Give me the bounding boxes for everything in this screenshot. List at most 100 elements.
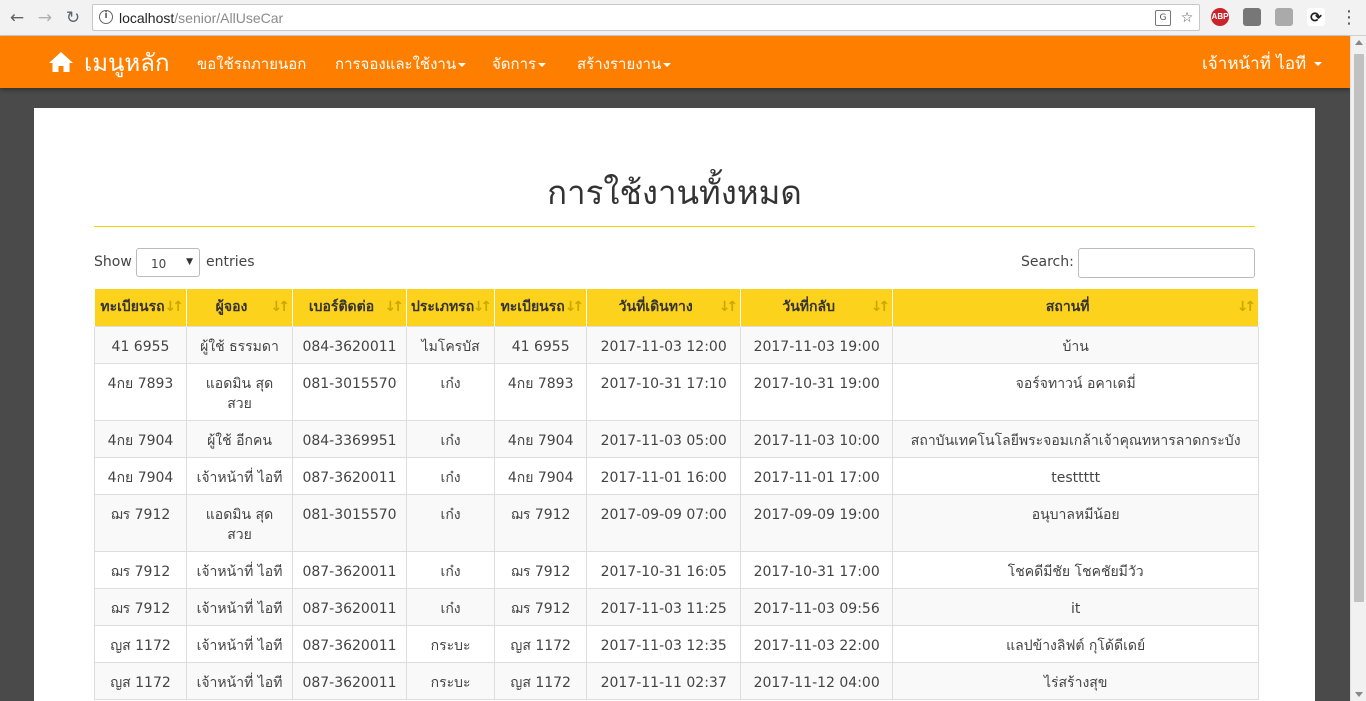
caret-down-icon — [1313, 62, 1322, 66]
cell-plate: 41 6955 — [94, 325, 187, 364]
table-row: ญส 1172 เจ้าหน้าที่ ไอที 087-3620011 กระ… — [94, 661, 1260, 700]
column-header-car-type[interactable]: ประเภทรถ ↓↑ — [405, 289, 496, 326]
cell-booker: แอดมิน สุด สวย — [186, 493, 293, 552]
table-header-row: ทะเบียนรถ ↓↑ ผู้จอง ↓↑ เบอร์ติดต่อ ↓↑ ประเภ… — [94, 289, 1260, 326]
entries-label: entries — [206, 254, 255, 270]
extension-icon[interactable] — [1243, 8, 1261, 26]
cell-plate: ฌร 7912 — [94, 550, 187, 589]
forward-arrow-icon[interactable]: → — [34, 7, 56, 29]
cell-plate: 4กย 7904 — [94, 419, 187, 458]
cell-plate-2: ฌร 7912 — [494, 587, 588, 626]
cell-booker: แอดมิน สุด สวย — [186, 362, 293, 421]
cell-plate-2: 4กย 7904 — [494, 456, 588, 495]
address-bar[interactable]: i localhost/senior/AllUseCar G ☆ — [92, 4, 1200, 31]
url-text[interactable]: localhost/senior/AllUseCar — [119, 10, 283, 26]
cell-car-type: เก๋ง — [405, 419, 496, 458]
browser-toolbar: ← → ↻ i localhost/senior/AllUseCar G ☆ A… — [0, 0, 1366, 36]
cell-depart-date: 2017-11-03 12:35 — [586, 624, 742, 663]
cell-place: it — [892, 587, 1260, 626]
cell-return-date: 2017-11-03 19:00 — [740, 325, 894, 364]
nav-booking-dropdown[interactable]: การจองและใช้งาน — [335, 52, 467, 76]
main-navbar: เมนูหลัก ขอใช้รถภายนอก การจองและใช้งาน จ… — [0, 36, 1350, 88]
scroll-up-arrow-icon[interactable] — [1355, 40, 1363, 45]
cell-car-type: เก๋ง — [405, 456, 496, 495]
column-header-return-date[interactable]: วันที่กลับ ↓↑ — [740, 289, 894, 326]
cell-car-type: เก๋ง — [405, 550, 496, 589]
adblock-extension-icon[interactable]: ABP — [1211, 8, 1229, 26]
home-icon — [48, 51, 74, 73]
table-row: ฌร 7912 เจ้าหน้าที่ ไอที 087-3620011 เก๋… — [94, 550, 1260, 589]
user-menu-dropdown[interactable]: เจ้าหน้าที่ ไอที — [1202, 50, 1322, 77]
cell-plate-2: ญส 1172 — [494, 661, 588, 700]
scroll-down-arrow-icon[interactable] — [1355, 692, 1363, 697]
nav-report-dropdown[interactable]: สร้างรายงาน — [577, 52, 672, 76]
cell-car-type: ไมโครบัส — [405, 325, 496, 364]
caret-down-icon — [458, 62, 467, 67]
dropdown-arrow-icon: ▼ — [186, 257, 193, 267]
cell-return-date: 2017-09-09 19:00 — [740, 493, 894, 552]
sort-icon: ↓↑ — [1236, 299, 1257, 315]
cell-depart-date: 2017-11-03 12:00 — [586, 325, 742, 364]
sort-icon: ↓↑ — [270, 299, 291, 315]
cell-depart-date: 2017-11-03 05:00 — [586, 419, 742, 458]
table-row: ญส 1172 เจ้าหน้าที่ ไอที 087-3620011 กระ… — [94, 624, 1260, 663]
translate-icon[interactable]: G — [1155, 10, 1171, 26]
cell-phone: 087-3620011 — [292, 661, 407, 700]
search-input[interactable] — [1078, 248, 1255, 278]
cell-depart-date: 2017-09-09 07:00 — [586, 493, 742, 552]
cell-plate-2: 41 6955 — [494, 325, 588, 364]
column-header-depart-date[interactable]: วันที่เดินทาง ↓↑ — [586, 289, 742, 326]
title-divider — [94, 226, 1255, 227]
cell-plate-2: ฌร 7912 — [494, 493, 588, 552]
column-header-plate[interactable]: ทะเบียนรถ ↓↑ — [94, 289, 187, 326]
bookmark-star-icon[interactable]: ☆ — [1179, 10, 1195, 26]
column-header-phone[interactable]: เบอร์ติดต่อ ↓↑ — [292, 289, 407, 326]
cell-depart-date: 2017-11-03 11:25 — [586, 587, 742, 626]
cell-booker: ผู้ใช้ อีกคน — [186, 419, 293, 458]
page-title: การใช้งานทั้งหมด — [547, 173, 802, 212]
scrollbar-thumb[interactable] — [1354, 54, 1364, 602]
column-header-place[interactable]: สถานที่ ↓↑ — [892, 289, 1260, 326]
column-header-booker[interactable]: ผู้จอง ↓↑ — [186, 289, 293, 326]
nav-external-car-request[interactable]: ขอใช้รถภายนอก — [197, 52, 306, 76]
cell-plate: 4กย 7904 — [94, 456, 187, 495]
cell-phone: 087-3620011 — [292, 550, 407, 589]
cell-phone: 084-3620011 — [292, 325, 407, 364]
sort-icon: ↓↑ — [564, 299, 585, 315]
cell-plate: 4กย 7893 — [94, 362, 187, 421]
cell-place: สถาบันเทคโนโลยีพระจอมเกล้าเจ้าคุณทหารลาด… — [892, 419, 1260, 458]
pdf-extension-icon[interactable] — [1275, 8, 1293, 26]
cell-return-date: 2017-11-12 04:00 — [740, 661, 894, 700]
reload-icon[interactable]: ↻ — [62, 7, 84, 29]
cell-phone: 087-3620011 — [292, 624, 407, 663]
column-header-plate-2[interactable]: ทะเบียนรถ ↓↑ — [494, 289, 588, 326]
cell-phone: 087-3620011 — [292, 587, 407, 626]
cell-place: โชคดีมีชัย โชคชัยมีวัว — [892, 550, 1260, 589]
page-scrollbar[interactable] — [1350, 36, 1366, 701]
nav-manage-dropdown[interactable]: จัดการ — [492, 52, 547, 76]
cell-phone: 081-3015570 — [292, 493, 407, 552]
info-icon[interactable]: i — [99, 10, 113, 24]
cell-plate-2: ฌร 7912 — [494, 550, 588, 589]
sync-extension-icon[interactable]: ⟳ — [1307, 8, 1325, 26]
cell-plate: ญส 1172 — [94, 661, 187, 700]
cell-car-type: เก๋ง — [405, 362, 496, 421]
navbar-brand[interactable]: เมนูหลัก — [48, 46, 170, 78]
sort-icon: ↓↑ — [870, 299, 891, 315]
cell-plate: ฌร 7912 — [94, 587, 187, 626]
cell-car-type: กระบะ — [405, 624, 496, 663]
back-arrow-icon[interactable]: ← — [6, 7, 28, 29]
table-row: ฌร 7912 แอดมิน สุด สวย 081-3015570 เก๋ง … — [94, 493, 1260, 552]
cell-depart-date: 2017-10-31 17:10 — [586, 362, 742, 421]
search-label: Search: — [1021, 254, 1074, 270]
cell-return-date: 2017-11-03 10:00 — [740, 419, 894, 458]
cell-plate: ฌร 7912 — [94, 493, 187, 552]
entries-length-select[interactable]: 10 ▼ — [136, 248, 200, 277]
cell-place: ไร่สร้างสุข — [892, 661, 1260, 700]
cell-plate: ญส 1172 — [94, 624, 187, 663]
cell-return-date: 2017-10-31 17:00 — [740, 550, 894, 589]
browser-menu-icon[interactable]: ⋮ — [1340, 6, 1358, 30]
cell-booker: เจ้าหน้าที่ ไอที — [186, 550, 293, 589]
cell-place: testtttt — [892, 456, 1260, 495]
table-row: 4กย 7893 แอดมิน สุด สวย 081-3015570 เก๋ง… — [94, 362, 1260, 421]
